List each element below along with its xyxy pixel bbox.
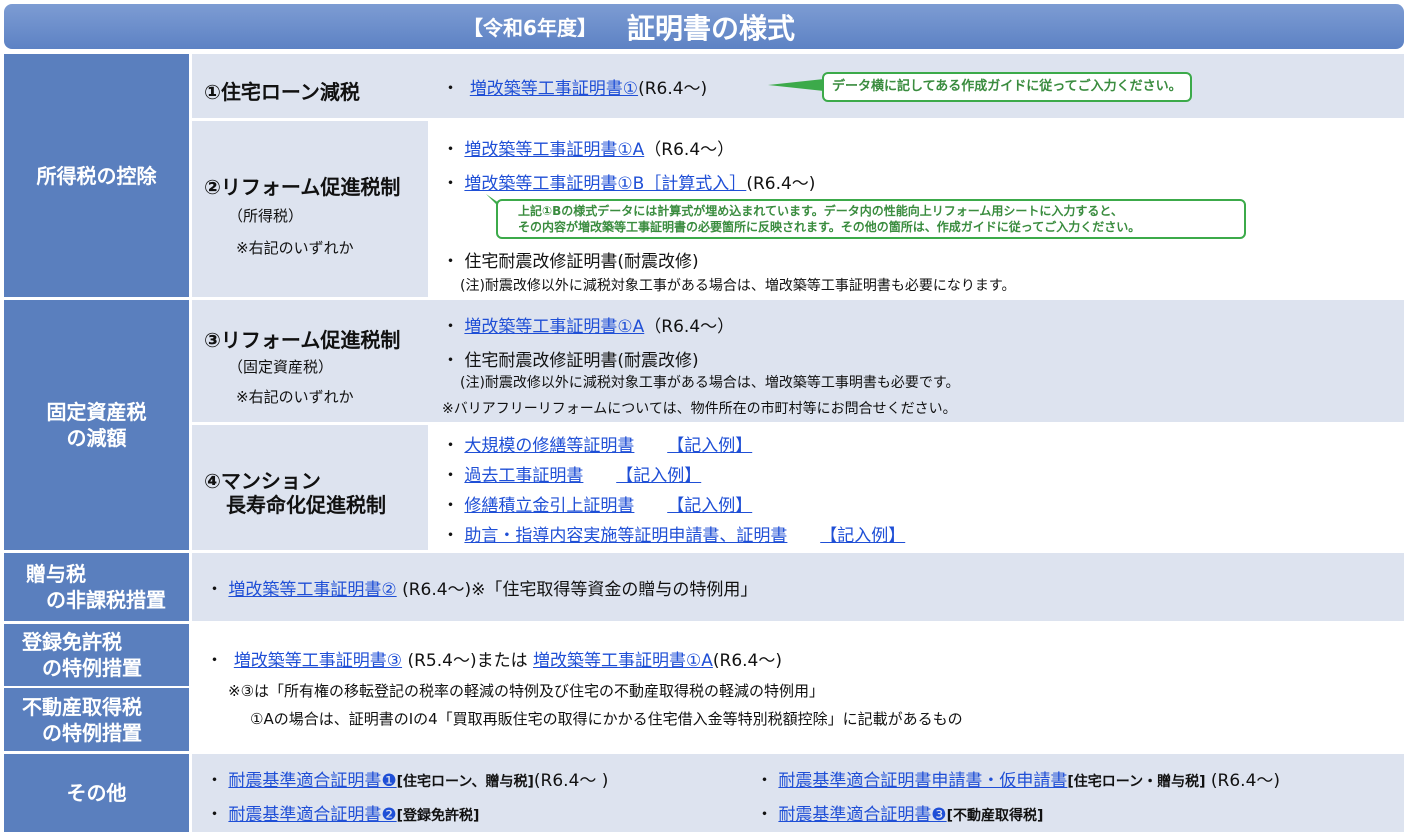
sub-reform-income: ②リフォーム促進税制 （所得税） ※右記のいずれか [192, 121, 428, 297]
callout-formula: 上記①Bの様式データには計算式が埋め込まれています。データ内の性能向上リフォーム… [496, 199, 1246, 239]
title-year: 【令和6年度】 [463, 16, 597, 40]
link-cert-2[interactable]: 増改築等工事証明書② [228, 580, 396, 600]
sub-reform-fixed: ③リフォーム促進税制 （固定資産税） ※右記のいずれか [192, 300, 428, 422]
content-reform-fixed: ・ 増改築等工事証明書①A（R6.4～） ・ 住宅耐震改修証明書(耐震改修) (… [428, 300, 1404, 422]
link-cert-1[interactable]: 増改築等工事証明書① [470, 79, 638, 99]
cat-realestate: 不動産取得税 の特例措置 [4, 686, 189, 751]
link-cert-1b[interactable]: 増改築等工事証明書①B［計算式入］ [464, 174, 746, 194]
link-example-3[interactable]: 【記入例】 [667, 496, 752, 516]
link-reserve-increase[interactable]: 修繕積立金引上証明書 [464, 496, 634, 516]
content-other: ・ 耐震基準適合証明書❶[住宅ローン、贈与税](R6.4～ ) ・ 耐震基準適合… [192, 754, 1404, 832]
link-cert-1a-fixed[interactable]: 増改築等工事証明書①A [464, 317, 644, 337]
sub-housing-loan: ①住宅ローン減税 [192, 54, 428, 118]
sub-mansion: ④マンション 長寿命化促進税制 [192, 425, 428, 550]
content-reform-income: ・ 増改築等工事証明書①A（R6.4～） ・ 増改築等工事証明書①B［計算式入］… [428, 121, 1404, 297]
link-cert-3[interactable]: 増改築等工事証明書③ [234, 651, 402, 671]
cat-fixed: 固定資産税 の減額 [4, 300, 189, 550]
cat-reg: 登録免許税 の特例措置 [4, 624, 189, 686]
callout-guide: データ横に記してある作成ガイドに従ってご入力ください。 [822, 72, 1192, 102]
link-major-repair[interactable]: 大規模の修繕等証明書 [464, 436, 634, 456]
content-housing-loan: ・ 増改築等工事証明書①(R6.4～) データ横に記してある作成ガイドに従ってご… [428, 54, 1404, 118]
seismic-cert-label: 住宅耐震改修証明書(耐震改修) [464, 252, 699, 272]
link-example-4[interactable]: 【記入例】 [820, 526, 905, 546]
link-cert-1a[interactable]: 増改築等工事証明書①A [464, 140, 644, 160]
content-mansion: ・ 大規模の修繕等証明書 【記入例】 ・ 過去工事証明書 【記入例】 ・ 修繕積… [428, 425, 1404, 550]
link-seismic-application[interactable]: 耐震基準適合証明書申請書・仮申請書 [778, 771, 1067, 791]
link-example-1[interactable]: 【記入例】 [667, 436, 752, 456]
cat-other: その他 [4, 754, 189, 832]
link-seismic-2[interactable]: 耐震基準適合証明書❷ [228, 805, 396, 825]
content-registration: ・ 増改築等工事証明書③ (R5.4～)または 増改築等工事証明書①A(R6.4… [192, 624, 1404, 751]
r2-note: (注)耐震改修以外に減税対象工事がある場合は、増改築等工事証明書も必要になります… [460, 278, 1016, 294]
link-past-work[interactable]: 過去工事証明書 [464, 466, 583, 486]
link-seismic-1[interactable]: 耐震基準適合証明書❶ [228, 771, 396, 791]
link-cert-1a-reg[interactable]: 増改築等工事証明書①A [533, 651, 713, 671]
link-seismic-3[interactable]: 耐震基準適合証明書❸ [778, 805, 946, 825]
certificate-table: 所得税の控除 固定資産税 の減額 贈与税 の非課税措置 登録免許税 の特例措置 … [4, 54, 1404, 832]
link-advice-cert[interactable]: 助言・指導内容実施等証明申請書、証明書 [464, 526, 787, 546]
callout-pointer-icon [768, 79, 824, 91]
cat-gift: 贈与税 の非課税措置 [4, 553, 189, 621]
page-title: 【令和6年度】 証明書の様式 [4, 4, 1404, 49]
cat-income: 所得税の控除 [4, 54, 189, 297]
link-example-2[interactable]: 【記入例】 [616, 466, 701, 486]
title-main: 証明書の様式 [626, 11, 795, 45]
content-gift: ・ 増改築等工事証明書② (R6.4～)※「住宅取得等資金の贈与の特例用」 [192, 553, 1404, 621]
